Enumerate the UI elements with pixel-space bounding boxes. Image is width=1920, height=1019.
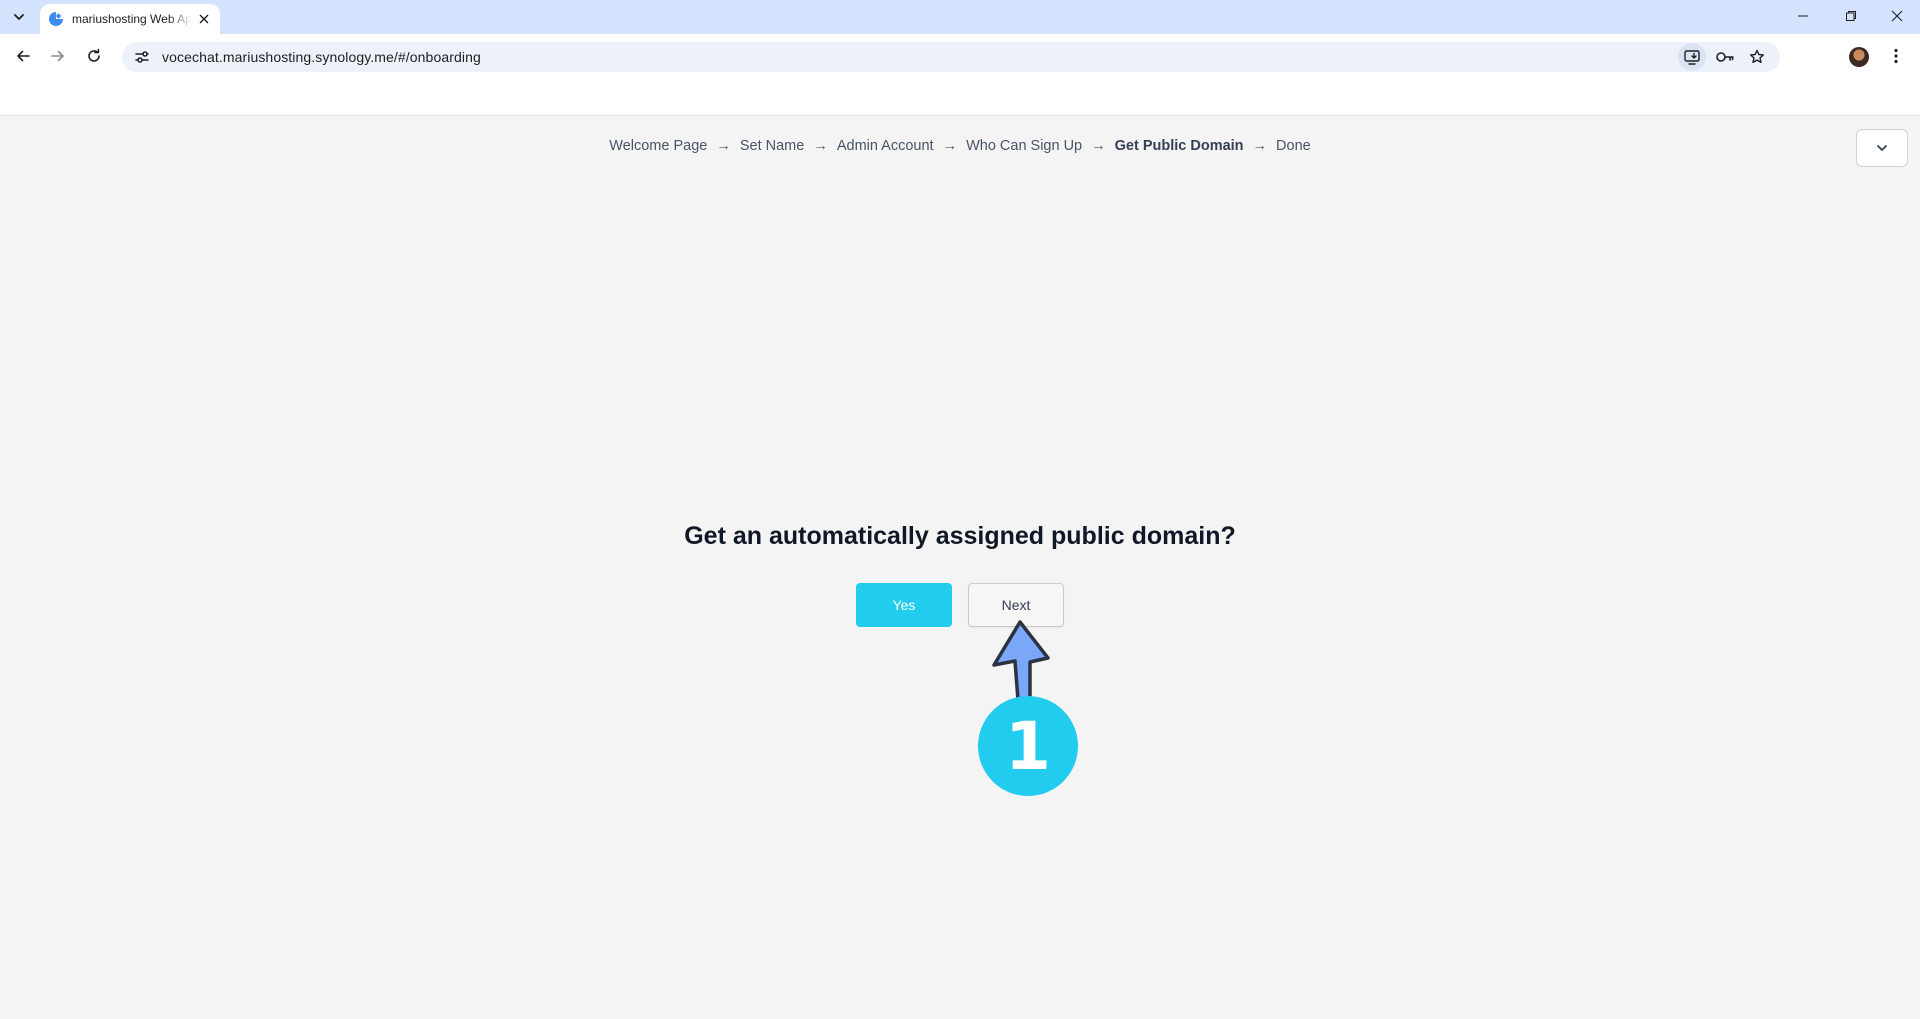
tab-search-button[interactable]: [6, 4, 32, 30]
browser-tab-strip: mariushosting Web App: [0, 0, 1920, 34]
step-arrow: →: [942, 138, 958, 154]
more-vertical-icon: [1894, 48, 1898, 64]
address-bar[interactable]: vocechat.mariushosting.synology.me/#/onb…: [122, 42, 1780, 72]
reload-icon: [88, 48, 100, 62]
minimize-icon: [1798, 15, 1808, 17]
bookmark-button[interactable]: [1743, 43, 1771, 71]
callout-number: 1: [1005, 707, 1051, 785]
site-info-button[interactable]: [128, 43, 156, 71]
step-done: Done: [1276, 138, 1311, 154]
back-button[interactable]: [9, 42, 37, 70]
language-dropdown-button[interactable]: [1856, 129, 1908, 167]
minimize-button[interactable]: [1780, 0, 1826, 32]
tune-icon: [135, 51, 149, 63]
url-text: vocechat.mariushosting.synology.me/#/onb…: [162, 49, 481, 65]
star-icon: [1750, 49, 1764, 64]
step-admin-account: Admin Account: [836, 138, 934, 154]
restore-icon: [1846, 11, 1856, 21]
install-app-icon: [1684, 50, 1700, 65]
callout-arrow-icon: [992, 620, 1050, 702]
chevron-down-icon: [1877, 145, 1887, 151]
yes-button[interactable]: Yes: [856, 583, 952, 627]
reload-button[interactable]: [80, 42, 108, 70]
tab-close-button[interactable]: [196, 11, 212, 27]
arrow-left-icon: [17, 50, 30, 62]
profile-avatar[interactable]: [1849, 47, 1869, 67]
install-app-button[interactable]: [1678, 43, 1706, 71]
onboarding-steps: Welcome Page → Set Name → Admin Account → Who …: [0, 138, 1920, 154]
step-arrow: →: [716, 138, 731, 154]
browser-menu-button[interactable]: [1884, 44, 1908, 68]
step-arrow: →: [813, 138, 828, 154]
arrow-right-icon: [51, 50, 64, 62]
step-get-public-domain: Get Public Domain: [1114, 138, 1244, 154]
close-icon: [1891, 10, 1903, 22]
close-icon: [199, 14, 209, 24]
public-domain-question: Get an automatically assigned public dom…: [684, 522, 1236, 550]
step-arrow: →: [1252, 138, 1268, 154]
browser-tab[interactable]: mariushosting Web App: [40, 4, 220, 34]
step-arrow: →: [1091, 138, 1106, 154]
vocechat-favicon-icon: [49, 12, 63, 26]
tab-title: mariushosting Web App: [72, 12, 192, 26]
onboarding-page: Welcome Page → Set Name → Admin Account → Who …: [0, 117, 1920, 1019]
chevron-down-icon: [14, 14, 24, 20]
browser-toolbar: vocechat.mariushosting.synology.me/#/onb…: [0, 34, 1920, 116]
step-welcome-page: Welcome Page: [609, 138, 708, 154]
step-set-name: Set Name: [739, 138, 805, 154]
key-icon: [1716, 52, 1734, 62]
forward-button[interactable]: [44, 42, 72, 70]
close-window-button[interactable]: [1874, 0, 1920, 32]
restore-button[interactable]: [1828, 0, 1874, 32]
step-who-can-sign-up: Who Can Sign Up: [966, 138, 1083, 154]
password-key-button[interactable]: [1711, 43, 1739, 71]
